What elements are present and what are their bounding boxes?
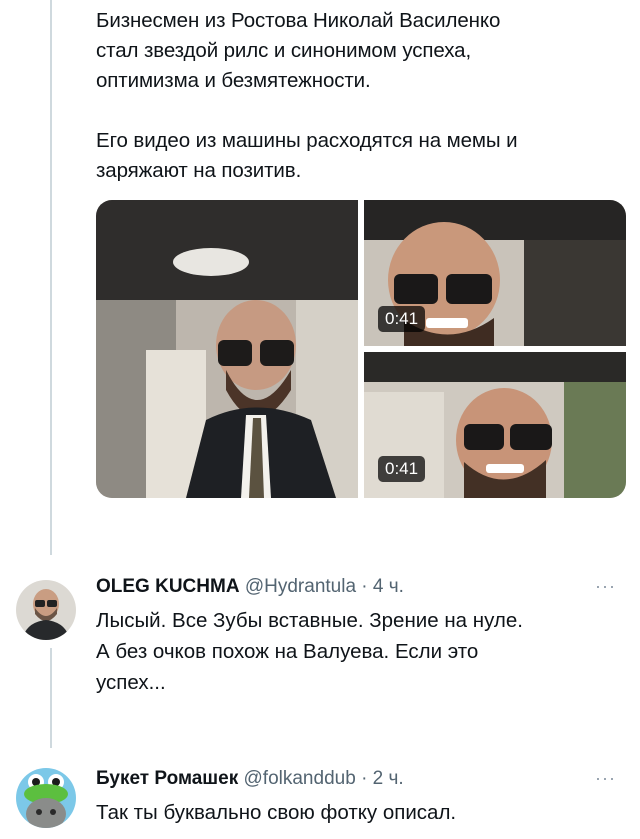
avatar[interactable] <box>16 580 76 640</box>
video-duration-badge: 0:41 <box>378 456 426 482</box>
media-grid: 0:41 0:41 <box>96 200 626 498</box>
reply-header: Букет Ромашек @folkanddub · 2 ч. <box>96 767 404 791</box>
reply-item[interactable]: Букет Ромашек @folkanddub · 2 ч. ··· Так… <box>0 750 640 839</box>
media-video-bottom-right[interactable]: 0:41 <box>364 352 626 498</box>
more-options-icon[interactable]: ··· <box>595 576 616 597</box>
reply-text: Лысый. Все Зубы вставные. Зрение на нуле… <box>96 605 616 698</box>
avatar-image <box>16 768 76 828</box>
media-video-top-right[interactable]: 0:41 <box>364 200 626 346</box>
reply-line: Так ты буквально свою фотку описал. <box>96 801 457 824</box>
reply-author-name[interactable]: Букет Ромашек <box>96 768 238 789</box>
avatar-image <box>16 580 76 640</box>
post-line: заряжают на позитив. <box>96 159 302 182</box>
thread-line <box>50 648 52 748</box>
post-line: Бизнесмен из Ростова Николай Василенко <box>96 9 501 32</box>
post-line: стал звездой рилс и синонимом успеха, <box>96 39 472 62</box>
reply-item[interactable]: OLEG KUCHMA @Hydrantula · 4 ч. ··· Лысый… <box>0 560 640 730</box>
reply-line: Лысый. Все Зубы вставные. Зрение на нуле… <box>96 609 523 632</box>
man-in-car-photo <box>96 200 358 498</box>
separator-dot: · <box>361 768 368 789</box>
separator-dot: · <box>361 576 368 597</box>
post-text: Бизнесмен из Ростова Николай Василенко с… <box>96 6 616 186</box>
reply-timestamp[interactable]: 4 ч. <box>373 576 404 597</box>
post-line: оптимизма и безмятежности. <box>96 69 371 92</box>
reply-author-handle[interactable]: @folkanddub <box>244 768 356 789</box>
reply-author-name[interactable]: OLEG KUCHMA <box>96 576 240 597</box>
video-duration-badge: 0:41 <box>378 306 426 332</box>
reply-header: OLEG KUCHMA @Hydrantula · 4 ч. <box>96 575 404 599</box>
reply-line: А без очков похож на Валуева. Если это <box>96 640 479 663</box>
reply-line: успех... <box>96 671 166 694</box>
more-options-icon[interactable]: ··· <box>595 768 616 789</box>
post-line: Его видео из машины расходятся на мемы и <box>96 129 518 152</box>
thread-line <box>50 0 52 555</box>
media-photo-left[interactable] <box>96 200 358 498</box>
reply-text: Так ты буквально свою фотку описал. <box>96 797 616 828</box>
reply-timestamp[interactable]: 2 ч. <box>373 768 404 789</box>
reply-author-handle[interactable]: @Hydrantula <box>245 576 356 597</box>
avatar[interactable] <box>16 768 76 828</box>
